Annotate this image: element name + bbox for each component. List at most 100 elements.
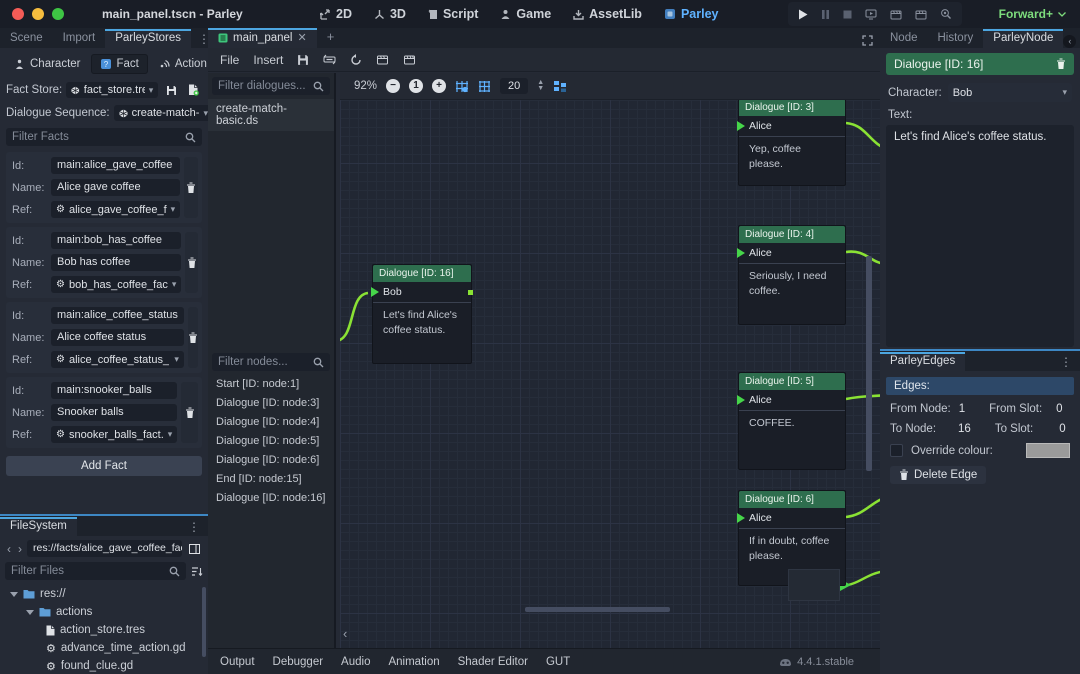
tab-scene[interactable]: Scene [0,29,53,48]
zoom-window-button[interactable] [52,8,64,20]
delete-fact-button[interactable] [188,307,198,368]
fact-name-field[interactable]: Alice gave coffee [51,179,180,196]
partial-node[interactable] [788,569,840,601]
bottom-tab-audio[interactable]: Audio [341,656,370,668]
run-dialogue-icon[interactable] [376,54,389,65]
dock-menu-icon[interactable]: ⋮ [1053,353,1080,371]
node-list-item[interactable]: Dialogue [ID: node:4] [208,413,334,432]
test-dialogue-icon[interactable] [403,54,416,65]
pause-button[interactable] [821,9,830,20]
input-port[interactable] [737,248,745,258]
colour-swatch[interactable] [1026,443,1070,458]
zoom-in-button[interactable]: + [432,79,446,93]
arrange-nodes-icon[interactable] [553,80,567,93]
tab-parleystores[interactable]: ParleyStores [105,29,191,48]
tab-parleyedges[interactable]: ParleyEdges [880,352,965,371]
input-port[interactable] [737,395,745,405]
current-path-field[interactable]: res://facts/alice_gave_coffee_fact.g [27,540,182,557]
store-tab-fact[interactable]: ? Fact [91,54,148,74]
split-mode-button[interactable] [185,540,203,557]
tab-parleynode[interactable]: ParleyNode [983,29,1063,48]
output-port[interactable] [468,290,473,295]
tab-node[interactable]: Node [880,29,928,48]
dialogue-node-4[interactable]: Dialogue [ID: 4] Alice Seriously, I need… [738,225,846,325]
distraction-free-button[interactable] [855,33,880,48]
input-port[interactable] [737,121,745,131]
snap-toggle-icon[interactable] [455,80,469,93]
workspace-game[interactable]: Game [500,7,551,21]
remote-debug-button[interactable] [865,9,877,20]
snap-step-input[interactable]: 20 [500,78,528,94]
node-list-item[interactable]: Dialogue [ID: node:16] [208,489,334,508]
workspace-script[interactable]: Script [428,7,478,21]
grid-toggle-icon[interactable] [478,80,491,93]
tree-item-actions[interactable]: actions [0,603,208,621]
renderer-select[interactable]: Forward+ [999,0,1066,28]
dialogue-node-3[interactable]: Dialogue [ID: 3] Alice Yep, coffee pleas… [738,98,846,186]
store-tab-character[interactable]: Character [6,55,89,73]
run-movie-button[interactable] [890,9,902,20]
save-store-button[interactable] [162,81,180,99]
play-button[interactable] [798,9,808,20]
dialogue-node-16[interactable]: Dialogue [ID: 16] Bob Let's find Alice's… [372,264,472,364]
fact-ref-select[interactable]: ⚙snooker_balls_fact.▾ [51,426,177,443]
fact-id-field[interactable]: main:bob_has_coffee [51,232,181,249]
new-store-button[interactable] [184,81,202,99]
fact-name-field[interactable]: Bob has coffee [51,254,181,271]
bottom-tab-output[interactable]: Output [220,656,255,668]
fact-id-field[interactable]: main:snooker_balls [51,382,177,399]
fact-name-field[interactable]: Snooker balls [51,404,177,421]
collapse-sidebar-icon[interactable]: ‹ [343,626,347,641]
fact-id-field[interactable]: main:alice_coffee_status [51,307,184,324]
stop-button[interactable] [843,10,852,19]
node-list-item[interactable]: Dialogue [ID: node:3] [208,394,334,413]
store-tab-action[interactable]: Action [150,55,215,73]
bottom-tab-shader-editor[interactable]: Shader Editor [458,656,528,668]
tree-item-script[interactable]: ⚙ advance_time_action.gd [0,639,208,657]
minimize-window-button[interactable] [32,8,44,20]
reset-view-icon[interactable] [350,54,362,66]
delete-fact-button[interactable] [185,232,198,293]
dialogue-sequence-select[interactable]: create-match- ▾ [114,105,213,121]
tree-item-file[interactable]: action_store.tres [0,621,208,639]
delete-fact-button[interactable] [184,157,198,218]
node-list-item[interactable]: Start [ID: node:1] [208,375,334,394]
dialogue-node-5[interactable]: Dialogue [ID: 5] Alice COFFEE. [738,372,846,470]
fact-store-select[interactable]: fact_store.tre ▾ [66,82,158,98]
bottom-tab-gut[interactable]: GUT [546,656,570,668]
prev-object-button[interactable]: ‹ [1063,35,1076,48]
graph-vertical-scrollbar[interactable] [866,256,872,471]
dialogue-text-input[interactable]: Let's find Alice's coffee status. [886,125,1074,347]
tree-scrollbar[interactable] [202,587,206,657]
dock-menu-icon[interactable]: ⋮ [181,518,208,536]
workspace-2d[interactable]: 2D [320,7,352,21]
bottom-tab-animation[interactable]: Animation [388,656,439,668]
save-dialogue-icon[interactable] [297,54,309,66]
movie-writer-button[interactable] [915,9,927,20]
menu-file[interactable]: File [220,53,239,67]
workspace-parley[interactable]: Parley [664,7,719,21]
tab-main-panel[interactable]: main_panel ✕ [208,28,317,48]
fact-id-field[interactable]: main:alice_gave_coffee [51,157,180,174]
workspace-assetlib[interactable]: AssetLib [573,7,642,21]
delete-edge-button[interactable]: Delete Edge [890,466,986,484]
dialogue-list-item[interactable]: create-match-basic.ds [208,99,334,131]
graph-horizontal-scrollbar[interactable] [525,607,670,612]
menu-insert[interactable]: Insert [253,53,283,67]
filter-nodes-input[interactable]: Filter nodes... [212,353,330,371]
tree-item-script[interactable]: ⚙ found_clue.gd [0,657,208,674]
profiler-button[interactable] [940,8,952,20]
fact-ref-select[interactable]: ⚙bob_has_coffee_fac▾ [51,276,181,293]
new-tab-button[interactable]: + [317,26,345,48]
snap-step-spinner[interactable]: ▲▼ [537,80,544,92]
zoom-out-button[interactable]: − [386,79,400,93]
dialogue-graph-canvas[interactable]: 92% − 1 + 20 ▲▼ Di [340,73,880,648]
delete-fact-button[interactable] [181,382,198,443]
tab-filesystem[interactable]: FileSystem [0,517,77,536]
history-back-button[interactable]: ‹ [5,542,13,556]
workspace-3d[interactable]: 3D [374,7,406,21]
node-list-item[interactable]: Dialogue [ID: node:5] [208,432,334,451]
close-window-button[interactable] [12,8,24,20]
history-forward-button[interactable]: › [16,542,24,556]
bottom-tab-debugger[interactable]: Debugger [273,656,324,668]
